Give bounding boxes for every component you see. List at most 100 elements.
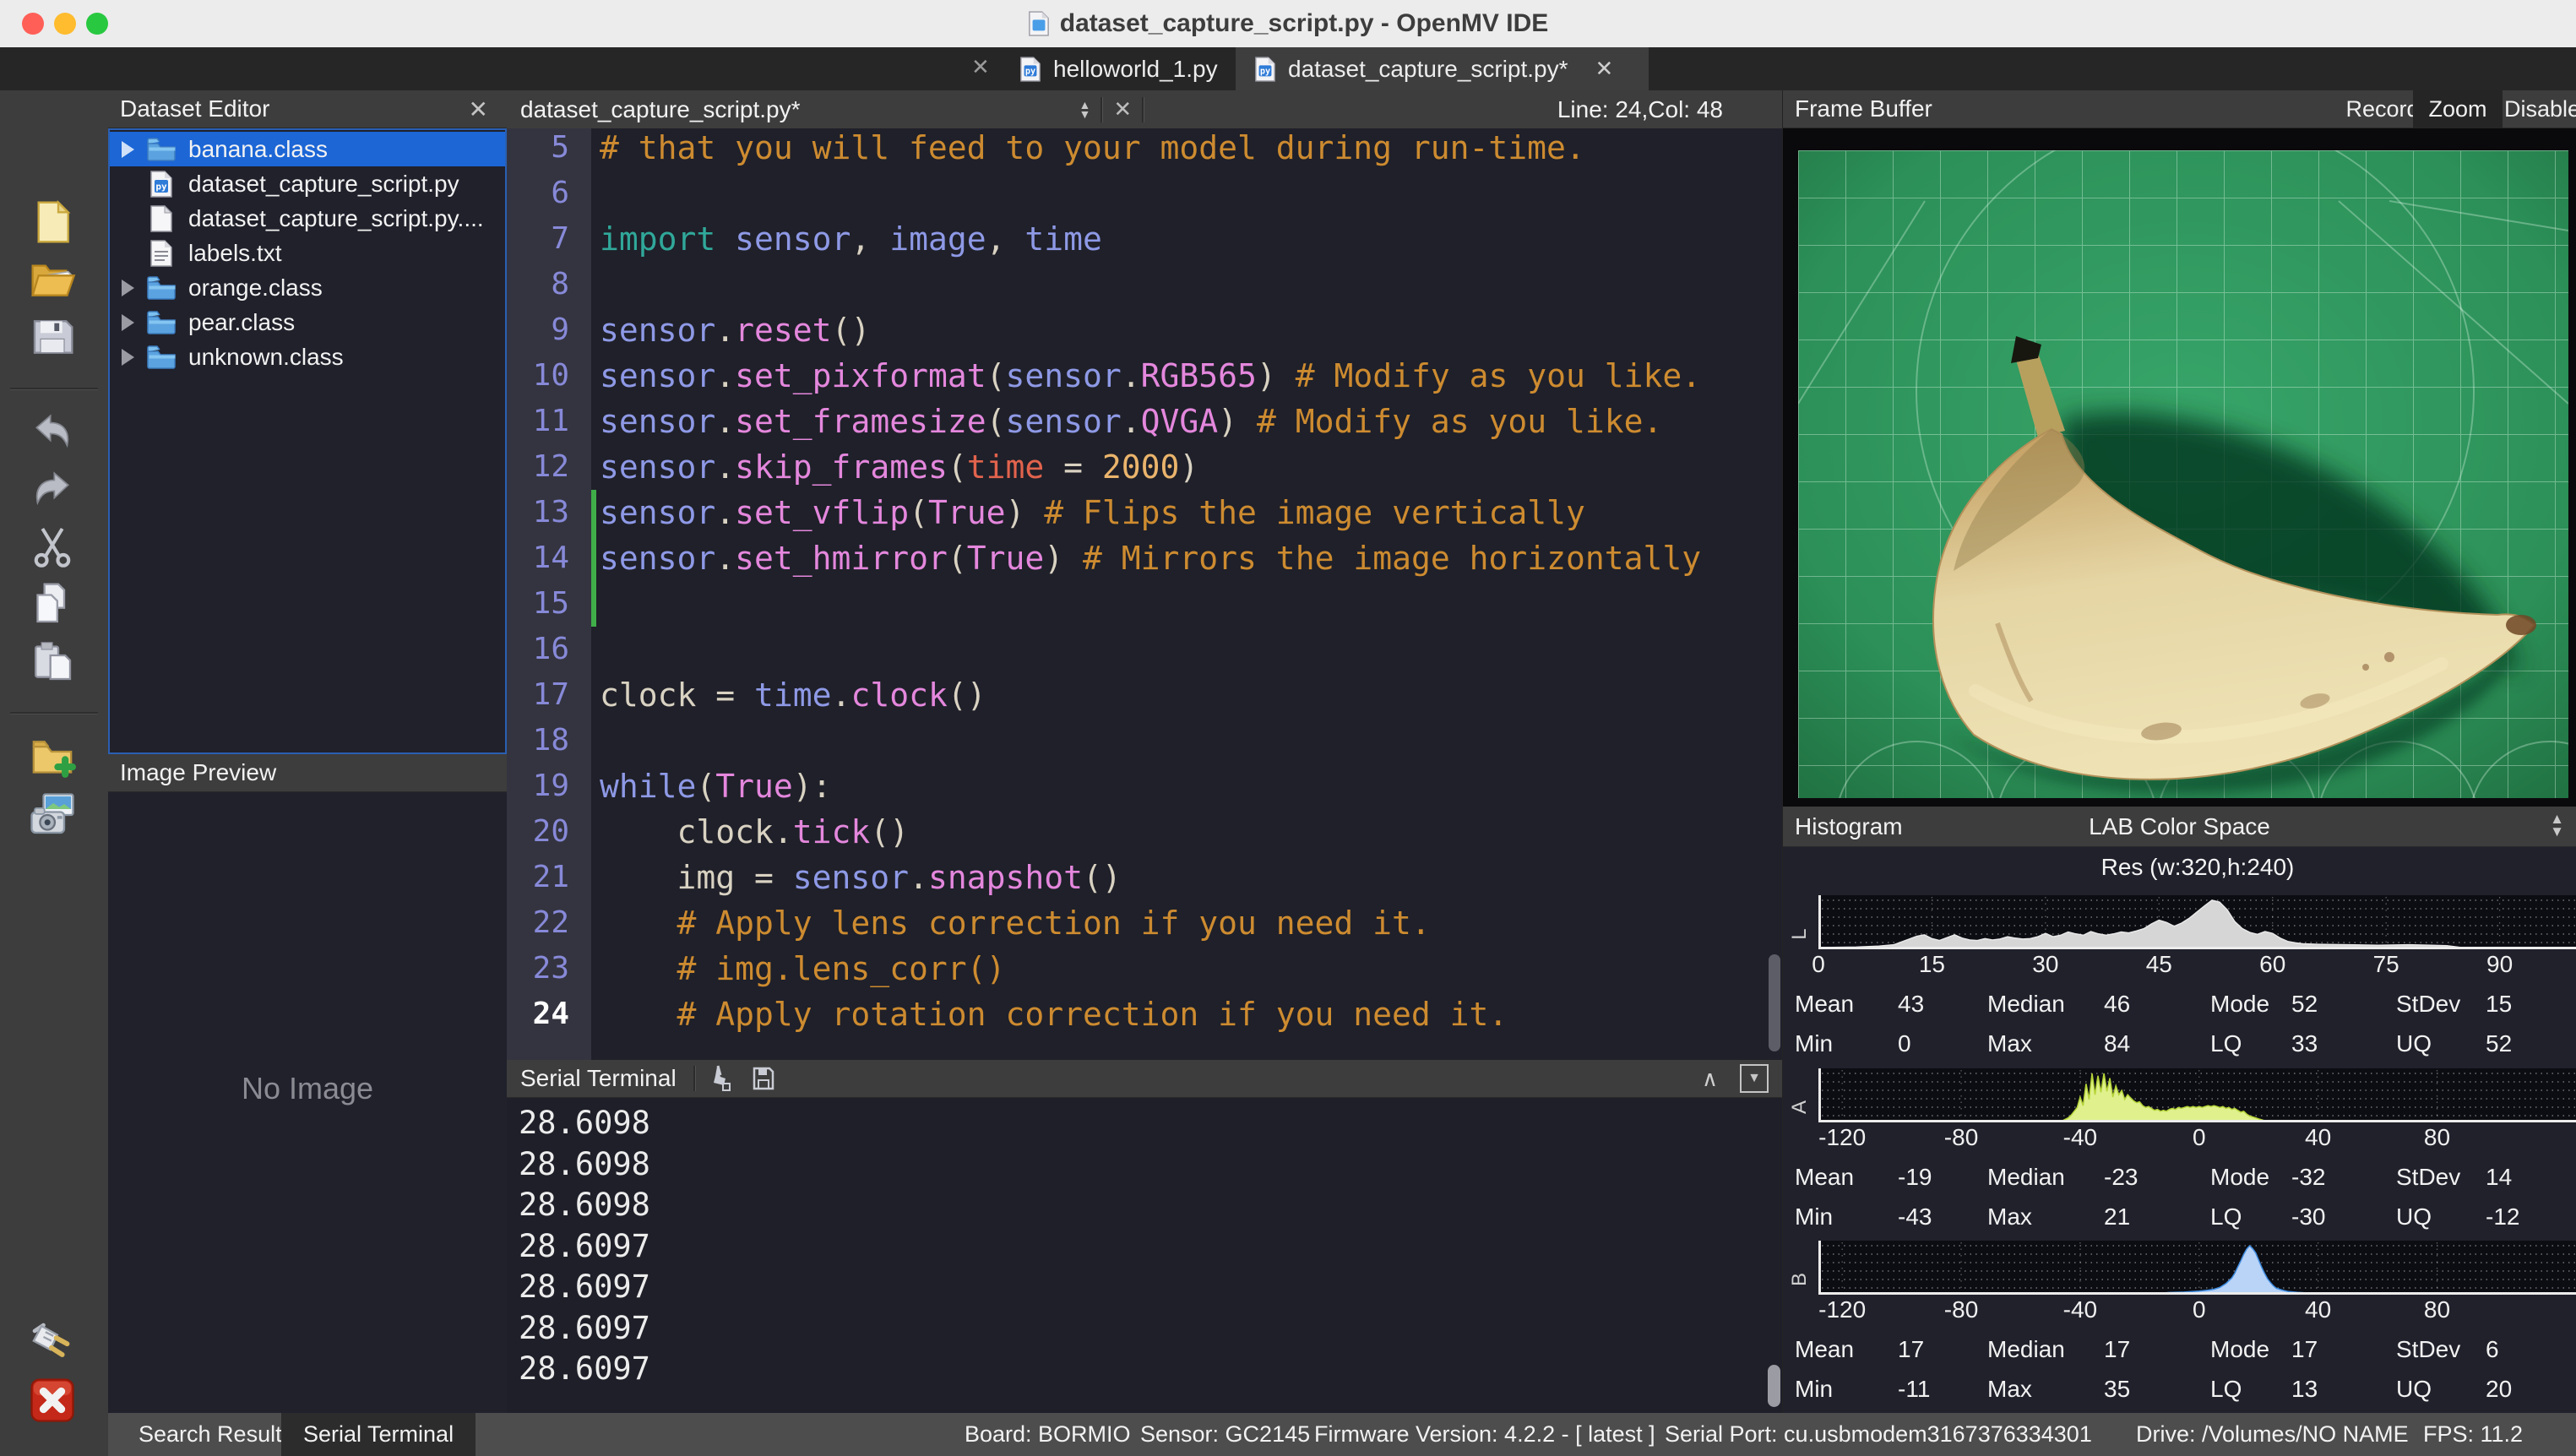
divider [1101,97,1103,122]
terminal-scrollbar[interactable] [1768,1365,1780,1407]
serial-terminal-output[interactable]: 28.609828.609828.609828.609728.609728.60… [507,1098,1782,1413]
code-line-24: # Apply rotation correction if you need … [600,991,1508,1037]
stat-label-stdev: StDev [2396,1335,2460,1364]
tree-item-label: orange.class [188,274,323,302]
changed-lines-marker [591,490,596,627]
axis-tick-label: -120 [1818,1124,1866,1151]
axis-tick-label: 0 [1812,951,1825,978]
tree-item-dataset-capture-script-py[interactable]: py dataset_capture_script.py [110,166,505,201]
stat-label-lq: LQ [2210,1030,2242,1058]
zoom-button[interactable]: Zoom [2413,90,2503,128]
stat-label-min: Min [1795,1203,1833,1231]
stat-label-uq: UQ [2396,1030,2432,1058]
expand-arrow-icon[interactable] [122,314,134,331]
disable-button[interactable]: Disable [2508,90,2576,128]
close-document-icon[interactable]: ✕ [1113,96,1132,122]
tree-item-orange-class[interactable]: orange.class [110,270,505,305]
line-number: 12 [510,444,569,490]
close-icon[interactable]: ✕ [469,95,488,123]
redo-icon[interactable] [29,465,79,516]
dock-terminal-icon[interactable]: ▼ [1740,1064,1769,1093]
line-number: 9 [510,307,569,353]
stat-label-stdev: StDev [2396,1163,2460,1192]
stat-value-max: 35 [2104,1375,2130,1404]
tree-item-unknown-class[interactable]: unknown.class [110,340,505,374]
axis-tick-label: -80 [1944,1296,1978,1323]
new-dataset-folder-icon[interactable] [29,734,79,785]
code-editor[interactable]: # that you will feed to your model durin… [591,128,1782,1060]
axis-tick-label: -80 [1944,1124,1978,1151]
tab-close-icon[interactable]: ✕ [1595,56,1614,82]
code-line-23: # img.lens_corr() [600,946,1005,991]
clear-terminal-icon[interactable] [706,1065,731,1092]
tree-item-pear-class[interactable]: pear.class [110,305,505,340]
save-file-icon[interactable] [29,313,79,364]
axis-tick-label: 15 [1919,951,1945,978]
stat-label-max: Max [1987,1203,2032,1231]
folder-icon [146,274,177,302]
editor-scrollbar[interactable] [1769,954,1780,1051]
stat-label-uq: UQ [2396,1203,2432,1231]
expand-arrow-icon[interactable] [122,141,134,158]
stat-label-median: Median [1987,1335,2065,1364]
paste-icon[interactable] [29,638,79,688]
dataset-editor-header: Dataset Editor ✕ [108,90,507,128]
stop-script-icon[interactable] [29,1377,79,1427]
line-number: 23 [510,946,569,991]
window-title: dataset_capture_script.py - OpenMV IDE [0,0,2576,47]
histogram-channel-l: L0153045607590Mean43Median46Mode52StDev1… [1783,895,2576,1068]
stat-label-max: Max [1987,1030,2032,1058]
cursor-position: Line: 24,Col: 48 [1557,96,1723,123]
tab-label: helloworld_1.py [1053,56,1218,83]
line-number: 5 [510,125,569,171]
python-file-icon: py [146,170,177,198]
axis-tick-label: 90 [2486,951,2513,978]
tab-close-icon[interactable]: ✕ [971,54,990,80]
line-number: 13 [510,490,569,535]
histogram-channel-b: B-120-80-4004080Mean17Median17Mode17StDe… [1783,1241,2576,1414]
histogram-plot [1818,895,2576,949]
tab-helloworld[interactable]: py helloworld_1.py [1001,47,1236,90]
tab-dataset-capture-script[interactable]: py dataset_capture_script.py* ✕ [1236,47,1649,90]
serial-terminal-header: Serial Terminal ∧ ▼ [507,1060,1782,1098]
axis-tick-label: 30 [2032,951,2058,978]
tree-item-label: unknown.class [188,344,344,371]
undo-icon[interactable] [29,408,79,459]
stat-value-median: 17 [2104,1335,2130,1364]
expand-arrow-icon[interactable] [122,349,134,366]
stat-value-max: 84 [2104,1030,2130,1058]
stat-label-uq: UQ [2396,1375,2432,1404]
window-title-bar: dataset_capture_script.py - OpenMV IDE [0,0,2576,48]
document-switcher-spinner[interactable]: ▲▼ [1079,101,1091,119]
tree-item-labels-txt[interactable]: labels.txt [110,236,505,270]
tree-item-banana-class[interactable]: banana.class [110,132,505,166]
status-tab-serial-terminal[interactable]: Serial Terminal [281,1413,476,1456]
connect-plug-icon[interactable] [29,1319,79,1370]
cut-icon[interactable] [29,523,79,573]
stat-label-max: Max [1987,1375,2032,1404]
frame-buffer-title: Frame Buffer [1795,95,1932,122]
color-space-spinner-icon[interactable]: ▲▼ [2550,812,2564,838]
stat-label-mode: Mode [2210,1163,2269,1192]
new-file-icon[interactable] [29,198,79,249]
copy-icon[interactable] [29,580,79,631]
open-file-icon[interactable] [29,256,79,307]
svg-text:py: py [155,181,167,192]
code-line-14: sensor.set_hmirror(True) # Mirrors the i… [600,535,1701,581]
status-bar: Search ResultsSerial TerminalBoard: BORM… [108,1413,2576,1456]
tree-item-dataset-capture-script-py-[interactable]: dataset_capture_script.py.... [110,201,505,236]
stat-label-lq: LQ [2210,1203,2242,1231]
line-number: 20 [510,809,569,855]
tree-item-label: dataset_capture_script.py [188,171,459,198]
line-number: 15 [510,581,569,627]
capture-image-icon[interactable] [29,791,79,842]
window-title-icon [1028,10,1050,37]
stat-label-stdev: StDev [2396,990,2460,1019]
line-number: 21 [510,855,569,900]
save-log-icon[interactable] [752,1066,775,1091]
stat-value-mean: -19 [1898,1163,1932,1192]
terminal-line: 28.6097 [519,1308,650,1349]
expand-arrow-icon[interactable] [122,280,134,296]
collapse-terminal-icon[interactable]: ∧ [1702,1066,1718,1092]
histogram-channel-a: A-120-80-4004080Mean-19Median-23Mode-32S… [1783,1068,2576,1241]
